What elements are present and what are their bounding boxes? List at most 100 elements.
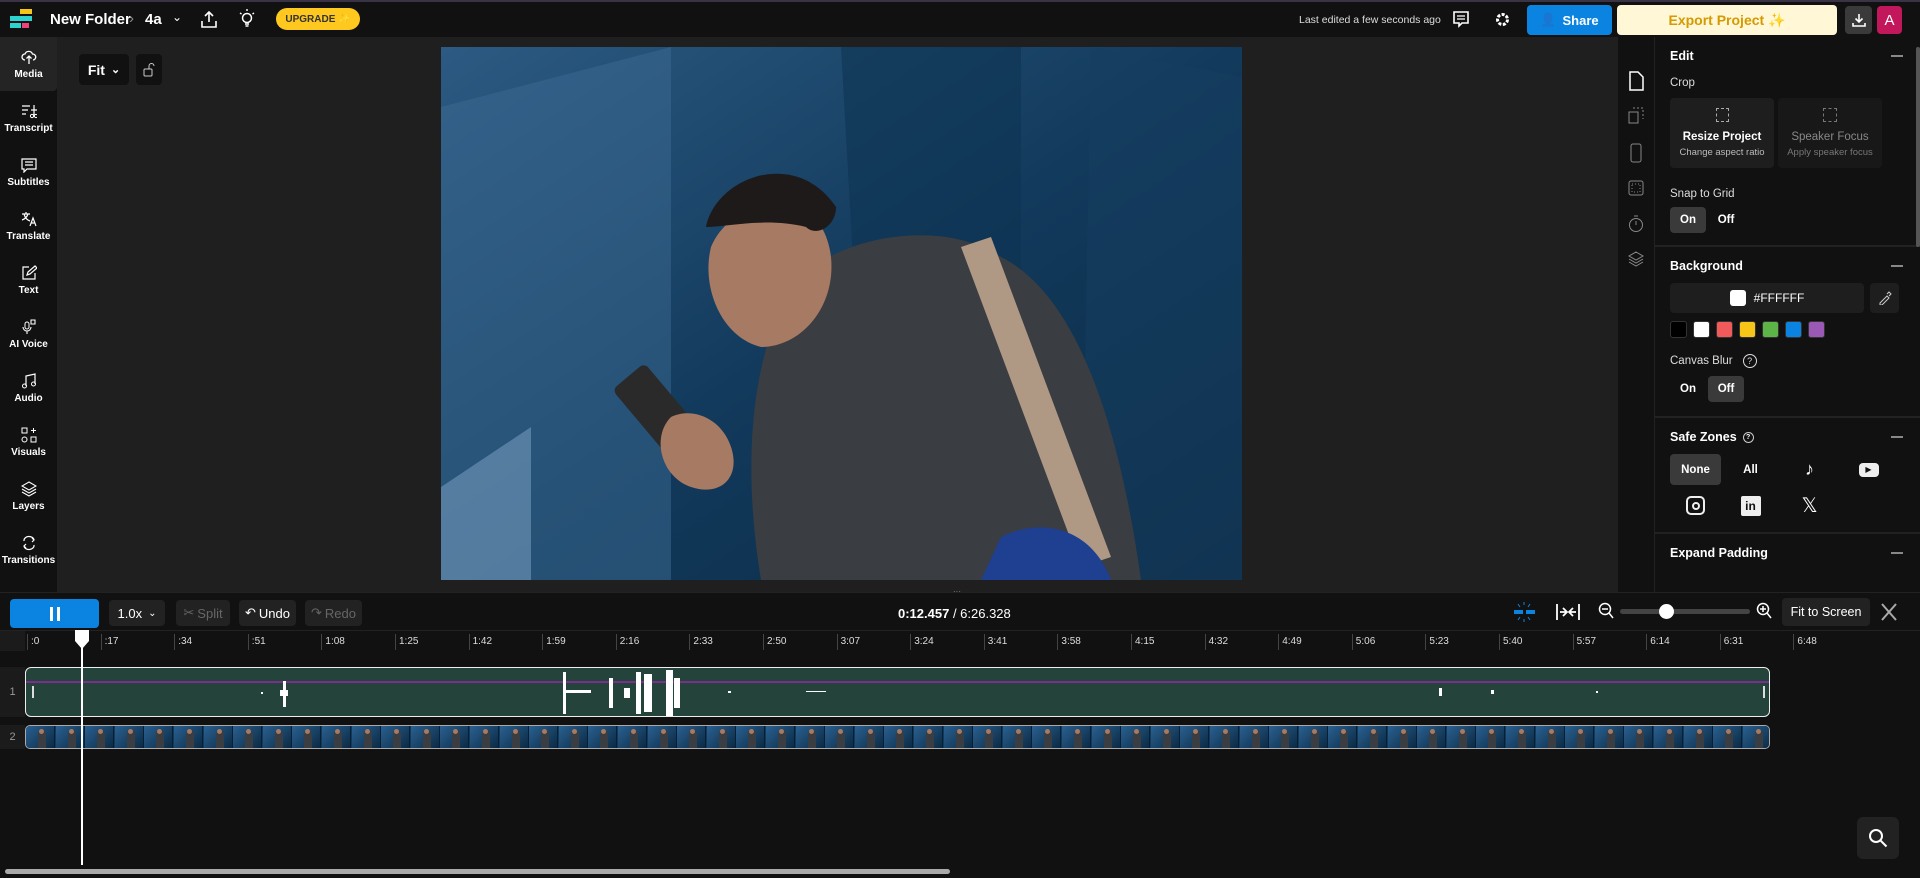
section-divider (1655, 416, 1920, 418)
grid-icon[interactable] (1628, 180, 1644, 196)
redo-button[interactable]: ↷ Redo (305, 600, 362, 626)
sidebar-item-visuals[interactable]: Visuals (0, 415, 57, 469)
document-icon[interactable] (1628, 71, 1645, 91)
sidebar-item-media[interactable]: Media (0, 37, 57, 91)
share-button[interactable]: 👤 Share (1527, 5, 1612, 35)
tiktok-icon[interactable]: ♪ (1780, 459, 1839, 480)
zoom-out-icon[interactable] (1598, 602, 1614, 620)
zoom-slider[interactable] (1620, 604, 1750, 619)
video-thumbnail (174, 726, 203, 748)
undo-button[interactable]: ↶ Undo (239, 600, 296, 626)
ruler-tick: :34 (174, 634, 192, 650)
help-icon[interactable]: ? (1742, 354, 1757, 368)
collapse-icon[interactable] (1891, 552, 1903, 554)
safe-zones-section-header[interactable]: Safe Zones? (1655, 430, 1920, 444)
comments-icon[interactable] (1453, 11, 1469, 28)
eyedropper-button[interactable] (1870, 283, 1899, 313)
timeline-ruler[interactable]: :0:17:34:51 1:08 1:25 1:42 1:59 2:16 2:33 2:50 3… (0, 630, 1920, 651)
sidebar-item-text[interactable]: Text (0, 253, 57, 307)
folder-link[interactable]: New Folder (50, 11, 131, 28)
help-icon[interactable]: ? (1742, 431, 1754, 443)
color-swatch[interactable] (1739, 321, 1756, 338)
sidebar-item-subtitles[interactable]: Subtitles (0, 145, 57, 199)
background-color-input[interactable]: #FFFFFF (1670, 283, 1864, 313)
resize-subtitle: Change aspect ratio (1679, 147, 1765, 158)
sidebar-item-layers[interactable]: Layers (0, 469, 57, 523)
search-button[interactable] (1857, 817, 1899, 859)
video-thumbnail (1387, 726, 1417, 748)
sidebar-item-transitions[interactable]: Transitions (0, 523, 57, 577)
collapse-icon[interactable] (1891, 55, 1903, 57)
snap-on-toggle[interactable]: On (1670, 207, 1706, 233)
color-swatch[interactable] (1670, 321, 1687, 338)
color-swatch[interactable] (1808, 321, 1825, 338)
color-swatches (1655, 321, 1920, 338)
playhead-handle[interactable] (75, 630, 89, 649)
sidebar-label: Translate (6, 230, 51, 242)
fit-timeline-icon[interactable] (1555, 602, 1581, 622)
project-dropdown-icon[interactable]: ⌄ (172, 10, 182, 24)
sidebar-item-ai-voice[interactable]: AI Voice (0, 307, 57, 361)
video-thumbnail (1654, 726, 1683, 748)
playhead-line[interactable] (81, 637, 83, 865)
chevron-down-icon: ⌄ (148, 607, 157, 619)
video-preview[interactable] (441, 47, 1242, 580)
aspect-lock-button[interactable] (136, 54, 162, 85)
ruler-tick: 3:24 (910, 634, 934, 650)
color-swatch[interactable] (1785, 321, 1802, 338)
sidebar-item-translate[interactable]: Translate (0, 199, 57, 253)
collapse-icon[interactable] (1891, 265, 1903, 267)
top-bar: New Folder › 4a ⌄ UPGRADE ✨ Last edited … (0, 2, 1920, 37)
expand-padding-section-header[interactable]: Expand Padding (1655, 546, 1920, 560)
color-swatch[interactable] (1716, 321, 1733, 338)
edit-section-header[interactable]: Edit (1655, 49, 1920, 63)
fit-dropdown[interactable]: Fit ⌄ (79, 54, 129, 85)
color-swatch[interactable] (1762, 321, 1779, 338)
redo-icon: ↷ (311, 605, 322, 620)
snap-off-toggle[interactable]: Off (1708, 207, 1744, 233)
safe-zone-all[interactable]: All (1721, 457, 1780, 483)
split-label: Split (197, 605, 223, 621)
fit-to-screen-button[interactable]: Fit to Screen (1782, 598, 1870, 626)
safe-zone-none[interactable]: None (1670, 454, 1721, 485)
upload-icon[interactable] (201, 10, 217, 28)
sidebar-label: Text (18, 284, 39, 296)
panel-scrollbar[interactable] (1916, 47, 1920, 247)
lightbulb-icon[interactable] (239, 9, 255, 28)
timer-icon[interactable] (1628, 215, 1644, 233)
video-thumbnail (973, 726, 1003, 748)
export-project-button[interactable]: Export Project ✨ (1617, 5, 1837, 35)
settings-gear-icon[interactable] (1494, 11, 1511, 28)
download-button[interactable] (1845, 6, 1872, 34)
collapse-icon[interactable] (1891, 436, 1903, 438)
sidebar-item-audio[interactable]: Audio (0, 361, 57, 415)
upgrade-button[interactable]: UPGRADE ✨ (276, 8, 360, 30)
blur-off-toggle[interactable]: Off (1708, 376, 1744, 402)
background-section-header[interactable]: Background (1655, 259, 1920, 273)
snap-magnet-icon[interactable] (1512, 602, 1538, 622)
close-timeline-icon[interactable] (1881, 603, 1897, 621)
video-clip[interactable] (25, 725, 1770, 749)
mobile-icon[interactable] (1630, 143, 1642, 163)
x-twitter-icon[interactable]: 𝕏 (1780, 493, 1839, 518)
color-swatch[interactable] (1693, 321, 1710, 338)
layers-icon[interactable] (1628, 251, 1644, 267)
subtitles-icon (20, 157, 37, 173)
linkedin-icon[interactable]: in (1721, 495, 1780, 516)
youtube-icon[interactable]: ▶ (1839, 462, 1898, 477)
timeline-horizontal-scrollbar[interactable] (5, 869, 950, 874)
crop-resize-icon[interactable] (1628, 107, 1644, 124)
sidebar-item-transcript[interactable]: Transcript (0, 91, 57, 145)
project-name[interactable]: 4a (145, 11, 162, 28)
split-button[interactable]: ✂ Split (176, 600, 230, 626)
audio-clip[interactable] (25, 667, 1770, 717)
instagram-icon[interactable] (1670, 496, 1721, 515)
resize-project-button[interactable]: Resize Project Change aspect ratio (1670, 98, 1774, 168)
pause-button[interactable] (10, 599, 99, 628)
zoom-in-icon[interactable] (1756, 602, 1772, 620)
speaker-focus-button[interactable]: Speaker Focus Apply speaker focus (1778, 98, 1882, 168)
speed-dropdown[interactable]: 1.0x ⌄ (109, 600, 165, 626)
user-avatar[interactable]: A (1877, 6, 1902, 34)
zoom-slider-thumb[interactable] (1658, 604, 1674, 619)
blur-on-toggle[interactable]: On (1670, 376, 1706, 402)
